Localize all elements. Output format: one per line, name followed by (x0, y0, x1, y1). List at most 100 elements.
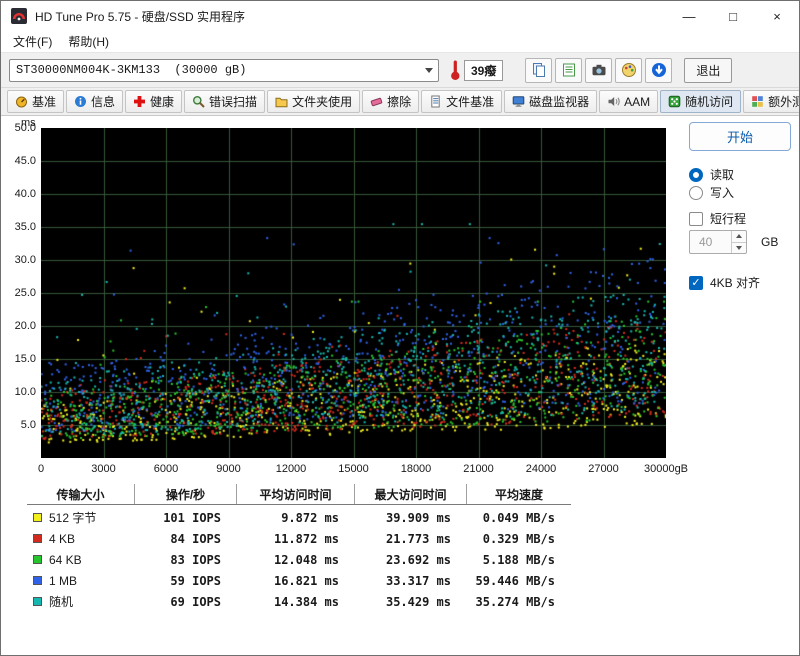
table-cell-max: 39.909 ms (385, 510, 451, 525)
table-cell-ops: 101 IOPS (163, 510, 221, 525)
menu-bar: 文件(F) 帮助(H) (1, 31, 799, 53)
x-axis-tick: 15000 (338, 463, 369, 475)
table-cell-speed: 5.188 MB/s (482, 552, 555, 567)
y-axis-tick: 45.0 (14, 155, 36, 167)
minimize-button[interactable]: — (667, 1, 711, 31)
info-icon (75, 96, 87, 107)
random-access-icon (668, 95, 681, 108)
checkbox-checked-icon (689, 275, 703, 290)
y-axis-tick: 5.0 (20, 419, 36, 431)
y-axis-tick: 35.0 (14, 221, 36, 233)
tab-health[interactable]: 健康 (125, 90, 183, 113)
file-benchmark-icon (431, 95, 440, 108)
tab-random-access[interactable]: 随机访问 (660, 90, 742, 113)
copy-icon (532, 63, 545, 77)
aam-icon (608, 97, 620, 106)
start-button[interactable]: 开始 (689, 122, 791, 151)
app-icon (11, 8, 27, 24)
health-icon (134, 96, 146, 107)
drive-selector-value: ST30000NM004K-3KM133 (30000 gB) (16, 63, 247, 77)
color-options-button[interactable] (615, 57, 643, 83)
benchmark-icon (16, 96, 27, 108)
toolbar: ST30000NM004K-3KM133 (30000 gB) 39癈 退出 (1, 53, 799, 88)
palette-icon (621, 63, 636, 77)
exit-button[interactable]: 退出 (684, 57, 733, 83)
x-axis-tick: 9000 (216, 463, 241, 475)
series-color-swatch (33, 534, 42, 543)
x-axis-tick: 27000 (588, 463, 619, 475)
close-button[interactable]: × (755, 1, 799, 31)
erase-icon (370, 97, 383, 107)
table-header-divider (27, 504, 571, 505)
tab-disk-monitor[interactable]: 磁盘监视器 (504, 90, 598, 113)
x-axis-tick: 18000 (400, 463, 432, 475)
x-axis-tick: 12000 (275, 463, 307, 475)
table-row-label: 512 字节 (27, 507, 135, 528)
toolbar-buttons (525, 57, 673, 83)
copy-report-button[interactable] (555, 57, 583, 83)
x-axis-tick: 24000 (525, 463, 557, 475)
4kb-align-checkbox[interactable]: 4KB 对齐 (689, 274, 760, 291)
tab-error-scan[interactable]: 错误扫描 (184, 90, 266, 113)
read-radio[interactable]: 读取 (689, 166, 734, 183)
col-header-avg-access: 平均访问时间 (237, 484, 355, 504)
menu-file[interactable]: 文件(F) (5, 31, 60, 52)
table-row-label: 1 MB (27, 570, 135, 591)
x-axis-tick: 21000 (463, 463, 494, 475)
table-cell-ops: 59 IOPS (170, 573, 221, 588)
tab-folder-usage[interactable]: 文件夹使用 (267, 90, 361, 113)
tab-info[interactable]: 信息 (66, 90, 124, 113)
x-axis-tick: 3000 (91, 463, 116, 475)
hd-tune-window: HD Tune Pro 5.75 - 硬盘/SSD 实用程序 — □ × 文件(… (0, 0, 800, 656)
random-access-scatter-chart (41, 128, 666, 458)
table-cell-avg: 9.872 ms (281, 510, 339, 525)
capacity-input[interactable]: 40 (689, 230, 747, 254)
short-stroke-checkbox[interactable]: 短行程 (689, 210, 746, 227)
table-cell-ops: 83 IOPS (170, 552, 221, 567)
results-table: 传输大小 操作/秒 平均访问时间 最大访问时间 平均速度 512 字节 101 … (27, 484, 573, 612)
capacity-value: 40 (699, 235, 713, 249)
col-header-max-access: 最大访问时间 (355, 484, 467, 504)
table-cell-avg: 14.384 ms (273, 594, 339, 609)
chevron-down-icon (420, 68, 438, 73)
tab-file-benchmark[interactable]: 文件基准 (421, 90, 503, 113)
window-title: HD Tune Pro 5.75 - 硬盘/SSD 实用程序 (35, 9, 246, 24)
table-cell-max: 33.317 ms (385, 573, 451, 588)
menu-help[interactable]: 帮助(H) (60, 31, 117, 52)
maximize-button[interactable]: □ (711, 1, 755, 31)
y-axis-tick: 50.0 (14, 122, 36, 134)
y-axis-tick: 25.0 (14, 287, 36, 299)
copy-button[interactable] (525, 57, 553, 83)
y-axis-tick: 15.0 (14, 353, 36, 365)
screenshot-button[interactable] (585, 57, 613, 83)
table-row-label: 64 KB (27, 549, 135, 570)
thermometer-icon (451, 60, 460, 80)
spinner-up-button[interactable] (732, 231, 746, 242)
table-cell-speed: 59.446 MB/s (475, 573, 555, 588)
y-axis-tick: 40.0 (14, 188, 36, 200)
x-axis-tick: 30000gB (643, 463, 689, 475)
extra-tests-icon (752, 96, 763, 107)
table-cell-avg: 12.048 ms (273, 552, 339, 567)
titlebar: HD Tune Pro 5.75 - 硬盘/SSD 实用程序 — □ × (1, 1, 799, 31)
write-radio[interactable]: 写入 (689, 184, 734, 201)
capacity-unit-label: GB (761, 235, 779, 249)
col-header-avg-speed: 平均速度 (494, 487, 543, 502)
random-access-view: ms 50.0 45.0 40.0 35.0 30.0 25.0 20.0 15.0 10.0 5… (1, 116, 799, 655)
table-row-label: 随机 (27, 591, 135, 612)
col-header-transfer-size: 传输大小 (27, 484, 135, 504)
disk-monitor-icon (512, 96, 525, 107)
tab-erase[interactable]: 擦除 (362, 90, 420, 113)
table-row-label: 4 KB (27, 528, 135, 549)
table-cell-speed: 35.274 MB/s (475, 594, 555, 609)
x-axis-tick: 6000 (153, 463, 179, 475)
tab-aam[interactable]: AAM (599, 90, 659, 113)
tab-benchmark[interactable]: 基准 (7, 90, 65, 113)
checkbox-unchecked-icon (689, 211, 703, 226)
save-button[interactable] (645, 57, 673, 83)
radio-selected-icon (689, 167, 703, 182)
spinner-down-button[interactable] (732, 241, 746, 254)
table-cell-ops: 69 IOPS (170, 594, 221, 609)
tab-extra-tests[interactable]: 额外测试 (743, 90, 799, 113)
drive-selector[interactable]: ST30000NM004K-3KM133 (30000 gB) (9, 58, 439, 82)
